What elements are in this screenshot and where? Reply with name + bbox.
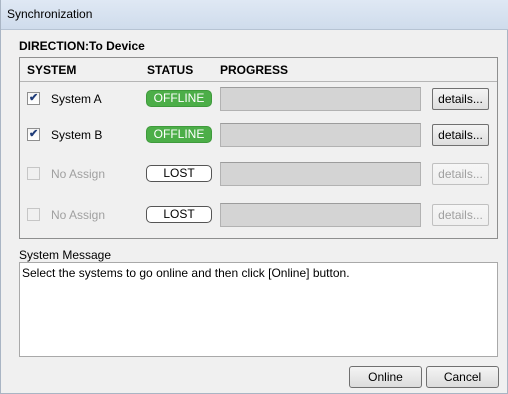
system-row: ✔ System A OFFLINE details... [20, 87, 497, 111]
online-button[interactable]: Online [349, 366, 422, 388]
system-row: No Assign LOST details... [20, 162, 497, 186]
system-list-panel: SYSTEM STATUS PROGRESS ✔ System A OFFLIN… [19, 57, 498, 239]
details-button[interactable]: details... [432, 88, 489, 110]
progress-bar [220, 87, 421, 111]
cancel-button[interactable]: Cancel [426, 366, 499, 388]
column-header-system: SYSTEM [27, 63, 77, 77]
details-button: details... [432, 204, 489, 226]
window-title: Synchronization [7, 7, 93, 21]
checkmark-icon: ✔ [29, 92, 39, 104]
system-message-text: Select the systems to go online and then… [22, 266, 350, 280]
system-name: No Assign [51, 167, 106, 181]
direction-value: To Device [89, 39, 145, 53]
system-name: System B [51, 128, 103, 142]
direction-label: DIRECTION: [19, 39, 89, 53]
system-message-box[interactable]: Select the systems to go online and then… [19, 262, 498, 357]
system-name: System A [51, 92, 102, 106]
progress-bar [220, 162, 421, 186]
checkmark-icon: ✔ [29, 128, 39, 140]
status-badge: LOST [146, 206, 212, 223]
system-row: No Assign LOST details... [20, 203, 497, 227]
system-b-checkbox[interactable]: ✔ [27, 128, 40, 141]
system-a-checkbox[interactable]: ✔ [27, 92, 40, 105]
title-bar: Synchronization [1, 0, 508, 30]
status-badge: LOST [146, 165, 212, 182]
progress-bar [220, 123, 421, 147]
progress-bar [220, 203, 421, 227]
synchronization-dialog: Synchronization DIRECTION: To Device SYS… [0, 0, 508, 394]
system-name: No Assign [51, 208, 106, 222]
column-header-progress: PROGRESS [220, 63, 289, 77]
details-button[interactable]: details... [432, 124, 489, 146]
status-badge: OFFLINE [146, 90, 212, 107]
header-separator [20, 81, 497, 82]
column-header-status: STATUS [147, 63, 194, 77]
details-button: details... [432, 163, 489, 185]
status-badge: OFFLINE [146, 126, 212, 143]
no-assign-checkbox [27, 208, 40, 221]
no-assign-checkbox [27, 167, 40, 180]
system-message-label: System Message [19, 248, 112, 262]
system-row: ✔ System B OFFLINE details... [20, 123, 497, 147]
